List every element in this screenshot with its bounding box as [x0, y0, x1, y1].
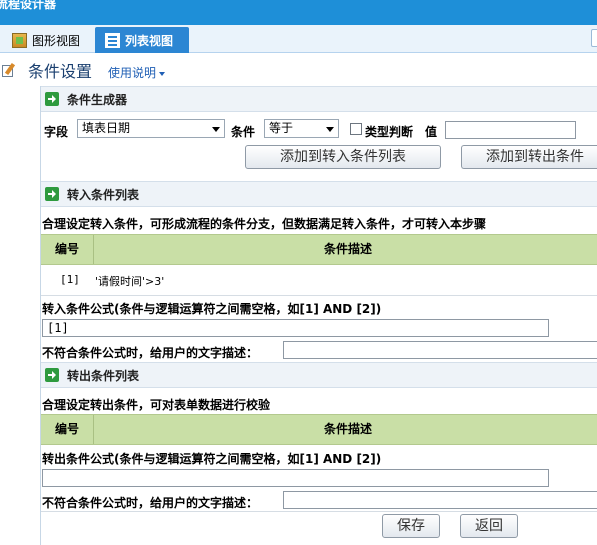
arrow-right-icon	[45, 92, 59, 106]
incoming-message-input[interactable]	[283, 341, 597, 359]
edit-icon	[2, 62, 17, 77]
incoming-hint: 合理设定转入条件，可形成流程的条件分支，但数据满足转入条件，才可转入本步骤	[42, 217, 487, 231]
outgoing-section-title: 转出条件列表	[67, 368, 140, 383]
incoming-section-header: 转入条件列表	[41, 181, 597, 207]
dropdown-arrow-icon	[326, 127, 334, 132]
type-check-label: 类型判断	[365, 125, 414, 139]
outgoing-table-header: 编号 条件描述	[41, 414, 597, 445]
outgoing-formula-input[interactable]	[42, 469, 549, 487]
help-menu-label: 使用说明	[108, 66, 157, 80]
value-input[interactable]	[445, 121, 576, 139]
field-select[interactable]: 填表日期	[77, 119, 225, 138]
incoming-message-label: 不符合条件公式时，给用户的文字描述：	[42, 346, 259, 360]
back-button[interactable]: 返回	[460, 514, 518, 538]
incoming-row-desc: '请假时间'>3'	[95, 275, 165, 288]
dropdown-arrow-icon	[212, 127, 220, 132]
save-button[interactable]: 保存	[382, 514, 440, 538]
builder-section-header: 条件生成器	[41, 86, 597, 112]
tab-list-view-label: 列表视图	[125, 33, 174, 48]
condition-select-value: 等于	[269, 121, 294, 135]
window-titlebar: 流程设计器	[0, 0, 597, 25]
incoming-col-desc: 条件描述	[323, 242, 372, 256]
arrow-right-icon	[45, 368, 59, 382]
graph-view-icon	[12, 32, 27, 48]
tab-graph-view-label: 图形视图	[32, 33, 81, 48]
incoming-section-title: 转入条件列表	[67, 187, 140, 202]
add-to-outgoing-button[interactable]: 添加到转出条件	[461, 145, 597, 169]
tab-list-view[interactable]: 列表视图	[95, 27, 189, 53]
page-title: 条件设置	[28, 62, 93, 81]
outgoing-col-no: 编号	[41, 415, 94, 444]
condition-label: 条件	[231, 125, 256, 139]
incoming-row-no: [1]	[60, 273, 80, 286]
footer-divider	[41, 511, 597, 512]
arrow-right-icon	[45, 187, 59, 201]
outgoing-formula-label: 转出条件公式(条件与逻辑运算符之间需空格，如[1] AND [2])	[42, 452, 382, 466]
list-view-icon	[105, 32, 120, 48]
incoming-row-divider	[41, 295, 597, 296]
tabbar-overflow-button[interactable]	[591, 29, 597, 47]
add-to-incoming-button[interactable]: 添加到转入条件列表	[245, 145, 441, 169]
incoming-formula-input[interactable]: [1]	[42, 319, 549, 337]
incoming-formula-label: 转入条件公式(条件与逻辑运算符之间需空格，如[1] AND [2])	[42, 302, 382, 316]
outgoing-hint: 合理设定转出条件，可对表单数据进行校验	[42, 398, 271, 412]
chevron-down-icon	[159, 71, 166, 76]
type-check-checkbox[interactable]	[350, 123, 362, 135]
outgoing-message-input[interactable]	[283, 491, 597, 509]
outgoing-message-label: 不符合条件公式时，给用户的文字描述：	[42, 496, 259, 510]
tab-graph-view[interactable]: 图形视图	[12, 27, 80, 53]
field-label: 字段	[44, 125, 69, 139]
incoming-col-no: 编号	[41, 235, 94, 264]
condition-select[interactable]: 等于	[264, 119, 339, 138]
field-select-value: 填表日期	[82, 121, 131, 135]
value-label: 值	[425, 125, 438, 139]
outgoing-section-header: 转出条件列表	[41, 362, 597, 388]
help-menu-link[interactable]: 使用说明	[108, 64, 166, 81]
view-tabbar: 图形视图 列表视图	[0, 25, 597, 53]
incoming-table-header: 编号 条件描述	[41, 234, 597, 265]
window-title: 流程设计器	[0, 0, 57, 11]
outgoing-col-desc: 条件描述	[323, 422, 372, 436]
builder-section-title: 条件生成器	[67, 92, 128, 107]
page-header: 条件设置 使用说明	[0, 58, 597, 82]
